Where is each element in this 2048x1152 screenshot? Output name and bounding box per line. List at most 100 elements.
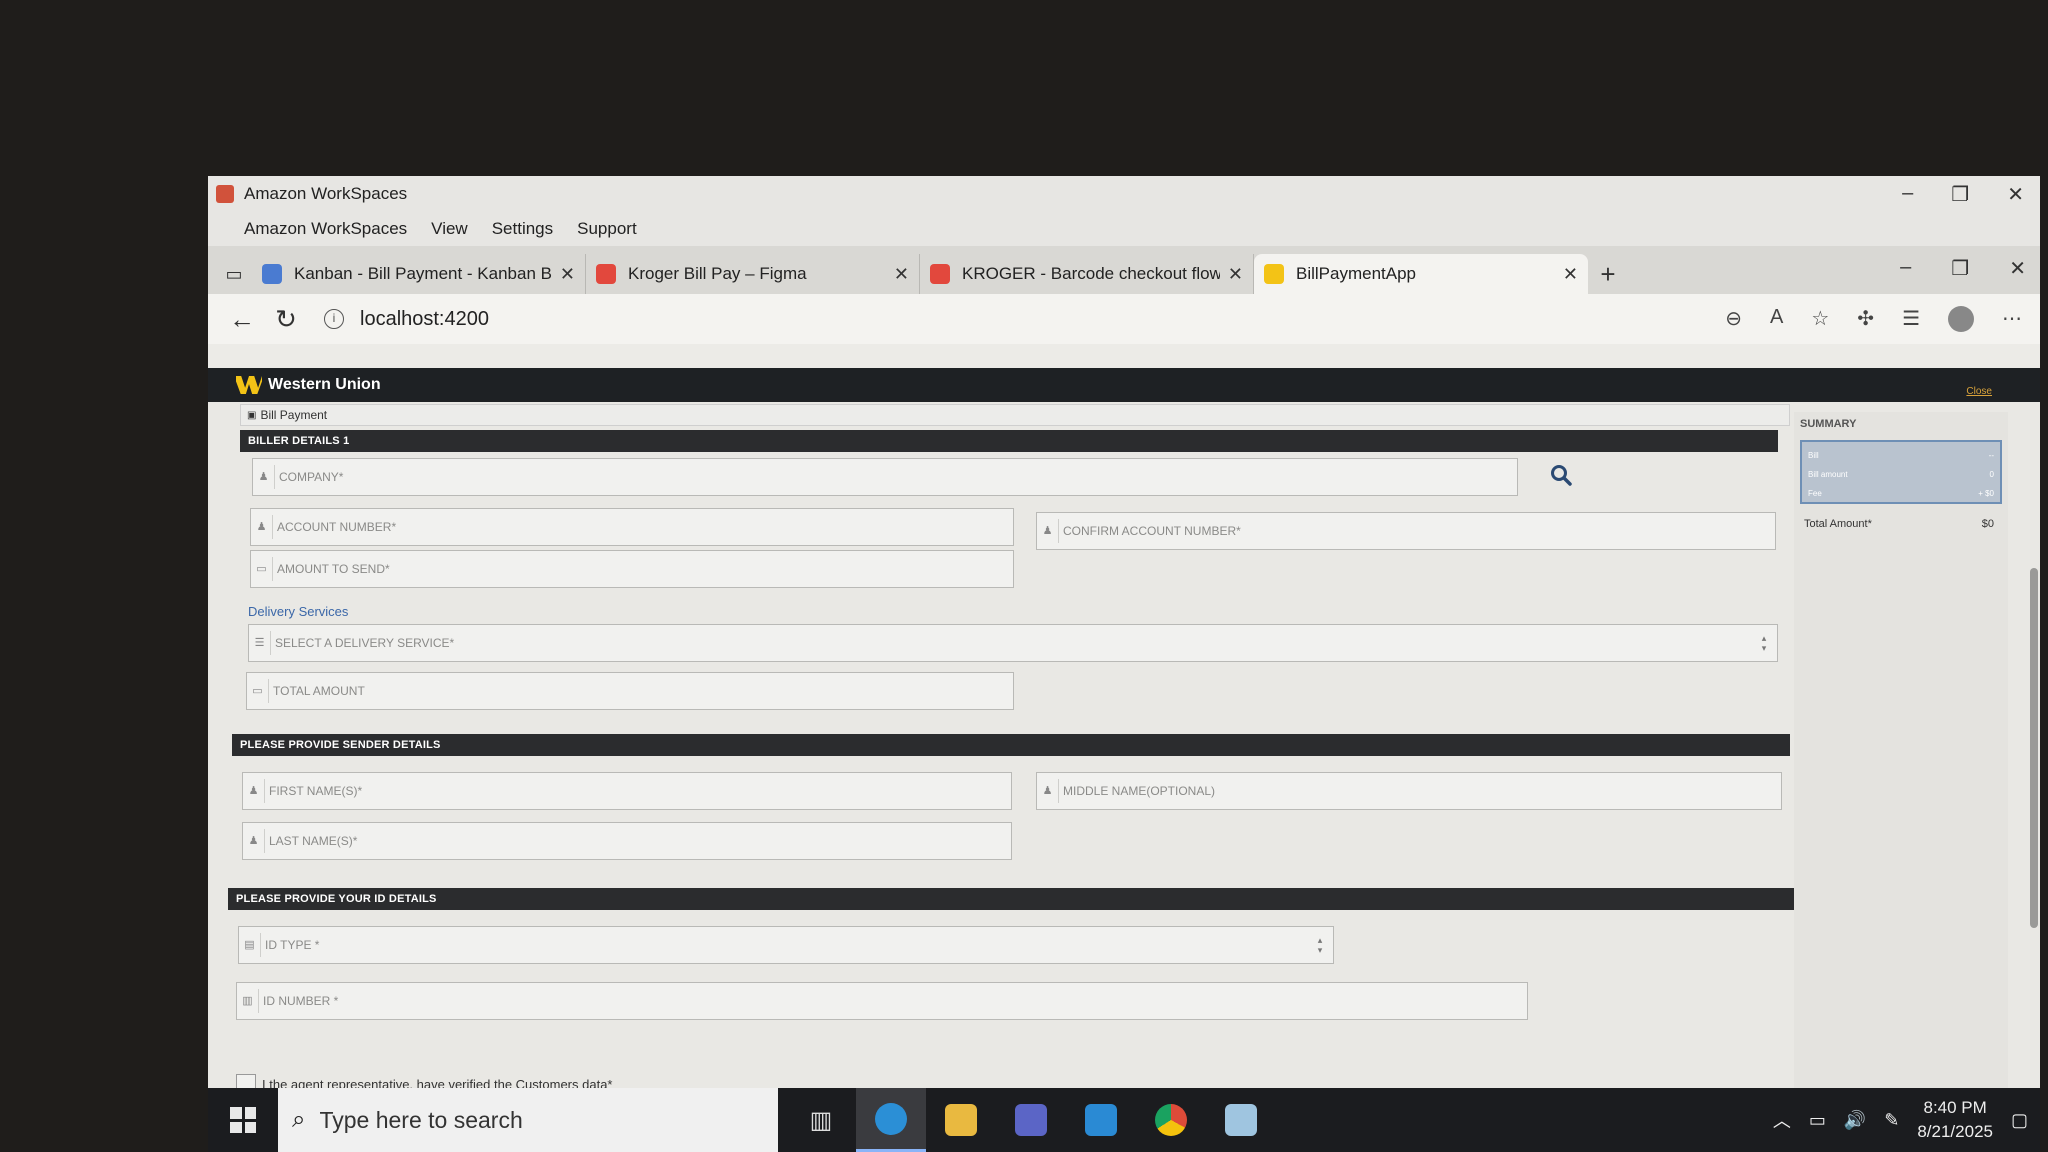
- volume-icon[interactable]: 🔊: [1844, 1110, 1866, 1131]
- back-arrow-icon[interactable]: ←: [220, 304, 264, 335]
- new-tab-button[interactable]: +: [1588, 254, 1628, 294]
- url-field[interactable]: i localhost:4200: [324, 308, 489, 331]
- money-icon: ▭: [251, 557, 273, 581]
- notifications-icon[interactable]: ▢: [2011, 1110, 2028, 1131]
- teams-app[interactable]: [996, 1088, 1066, 1152]
- id-number-field[interactable]: ▥ ID NUMBER *: [236, 982, 1528, 1020]
- taskbar-apps: ▥: [786, 1088, 1276, 1152]
- confirm-account-number-field[interactable]: ♟ CONFIRM ACCOUNT NUMBER*: [1036, 512, 1776, 550]
- menu-settings[interactable]: Settings: [492, 219, 553, 239]
- tab-kanban[interactable]: Kanban - Bill Payment - Kanban B ✕: [252, 254, 586, 294]
- task-view-button[interactable]: ▥: [786, 1088, 856, 1152]
- tab-title: KROGER - Barcode checkout flow: [962, 264, 1220, 283]
- close-link[interactable]: Close: [1966, 386, 1992, 397]
- notepad-icon: [1225, 1104, 1257, 1136]
- tab-title: BillPaymentApp: [1296, 264, 1417, 283]
- tab-close-icon[interactable]: ✕: [1563, 264, 1578, 285]
- tab-close-icon[interactable]: ✕: [1228, 264, 1243, 285]
- summary-box: Bill -- Bill amount 0 Fee + $0: [1800, 440, 2002, 504]
- read-aloud-icon[interactable]: A: [1770, 306, 1783, 332]
- total-value: $0: [1981, 518, 1994, 530]
- menu-support[interactable]: Support: [577, 219, 637, 239]
- amount-to-send-field[interactable]: ▭ AMOUNT TO SEND*: [250, 550, 1014, 588]
- kanban-favicon-icon: [262, 264, 282, 284]
- tab-figma-barcode[interactable]: KROGER - Barcode checkout flow ✕: [920, 254, 1254, 294]
- workspaces-title: Amazon WorkSpaces: [244, 184, 408, 203]
- start-button[interactable]: [208, 1088, 278, 1152]
- teams-icon: [1015, 1104, 1047, 1136]
- total-amount-field[interactable]: ▭ TOTAL AMOUNT: [246, 672, 1014, 710]
- total-amount-placeholder: TOTAL AMOUNT: [273, 684, 365, 698]
- refresh-icon[interactable]: ↻: [264, 304, 308, 335]
- minimize-icon[interactable]: –: [1902, 182, 1913, 207]
- file-explorer-app[interactable]: [926, 1088, 996, 1152]
- restore-icon[interactable]: ❐: [1951, 182, 1969, 207]
- total-label: Total Amount*: [1804, 518, 1872, 530]
- favorite-star-icon[interactable]: ☆: [1811, 306, 1829, 332]
- site-info-icon[interactable]: i: [324, 309, 344, 329]
- tab-close-icon[interactable]: ✕: [894, 264, 909, 285]
- restore-icon[interactable]: ❐: [1951, 256, 1969, 281]
- network-icon[interactable]: ▭: [1809, 1110, 1826, 1131]
- vscode-app[interactable]: [1066, 1088, 1136, 1152]
- tab-actions-icon[interactable]: ▭: [216, 254, 252, 294]
- breadcrumb-label: Bill Payment: [260, 408, 328, 422]
- tab-figma-bill-pay[interactable]: Kroger Bill Pay – Figma ✕: [586, 254, 920, 294]
- search-icon: ⌕: [292, 1106, 306, 1133]
- first-name-field[interactable]: ♟ FIRST NAME(S)*: [242, 772, 1012, 810]
- summary-row-label: Bill: [1808, 451, 1819, 460]
- extensions-icon[interactable]: ✣: [1857, 306, 1874, 332]
- workspaces-window: Amazon WorkSpaces – ❐ ✕ Amazon WorkSpace…: [208, 176, 2040, 1152]
- last-name-placeholder: LAST NAME(S)*: [269, 834, 358, 848]
- breadcrumb[interactable]: ▣ Bill Payment: [240, 404, 1790, 426]
- summary-row: Fee + $0: [1808, 484, 1994, 503]
- close-icon[interactable]: ✕: [2007, 182, 2024, 207]
- browser-toolbar: ⊖ A ☆ ✣ ☰ ⋯: [1725, 306, 2022, 332]
- last-name-field[interactable]: ♟ LAST NAME(S)*: [242, 822, 1012, 860]
- figma-favicon-icon: [930, 264, 950, 284]
- user-icon: ♟: [1037, 519, 1059, 543]
- user-icon: ♟: [243, 779, 265, 803]
- middle-name-field[interactable]: ♟ MIDDLE NAME(OPTIONAL): [1036, 772, 1782, 810]
- vscode-icon: [1085, 1104, 1117, 1136]
- bill-icon: ▣: [247, 409, 257, 421]
- id-details-header: PLEASE PROVIDE YOUR ID DETAILS: [228, 888, 1794, 910]
- menu-amazon-workspaces[interactable]: Amazon WorkSpaces: [244, 219, 407, 239]
- id-type-select[interactable]: ▤ ID TYPE * ▴ ▾: [238, 926, 1334, 964]
- profile-avatar[interactable]: [1948, 306, 1974, 332]
- user-icon: ♟: [1037, 779, 1059, 803]
- chrome-app[interactable]: [1136, 1088, 1206, 1152]
- clock[interactable]: 8:40 PM 8/21/2025: [1917, 1096, 1993, 1144]
- account-number-field[interactable]: ♟ ACCOUNT NUMBER*: [250, 508, 1014, 546]
- pen-icon[interactable]: ✎: [1884, 1110, 1899, 1131]
- verification-label: I the agent representative, have verifie…: [262, 1076, 613, 1089]
- search-icon[interactable]: [1550, 464, 1572, 486]
- delivery-service-select[interactable]: ☰ SELECT A DELIVERY SERVICE* ▴ ▾: [248, 624, 1778, 662]
- tab-title: Kanban - Bill Payment - Kanban B: [294, 264, 552, 283]
- close-icon[interactable]: ✕: [2009, 256, 2026, 281]
- notepad-app[interactable]: [1206, 1088, 1276, 1152]
- chevron-up-icon[interactable]: ︿: [1773, 1107, 1791, 1133]
- summary-row-label: Fee: [1808, 489, 1822, 498]
- company-field[interactable]: ♟ COMPANY*: [252, 458, 1518, 496]
- page-scrollbar[interactable]: [2030, 568, 2038, 928]
- select-arrows-icon: ▴ ▾: [1761, 633, 1767, 653]
- tab-billpaymentapp[interactable]: BillPaymentApp ✕: [1254, 254, 1588, 294]
- menu-view[interactable]: View: [431, 219, 468, 239]
- taskbar-search[interactable]: ⌕ Type here to search: [278, 1088, 778, 1152]
- verification-checkbox[interactable]: [236, 1074, 256, 1088]
- browser-window-controls: – ❐ ✕: [1900, 256, 2026, 281]
- summary-row: Bill --: [1808, 446, 1994, 465]
- minimize-icon[interactable]: –: [1900, 256, 1911, 281]
- more-options-icon[interactable]: ⋯: [2002, 306, 2022, 332]
- tab-close-icon[interactable]: ✕: [560, 264, 575, 285]
- verification-checkbox-row[interactable]: I the agent representative, have verifie…: [236, 1074, 612, 1088]
- zoom-out-icon[interactable]: ⊖: [1725, 306, 1742, 332]
- clock-date: 8/21/2025: [1917, 1122, 1993, 1141]
- delivery-service-placeholder: SELECT A DELIVERY SERVICE*: [275, 636, 455, 650]
- url-text: localhost:4200: [360, 307, 489, 330]
- favorites-list-icon[interactable]: ☰: [1902, 306, 1920, 332]
- edge-app[interactable]: [856, 1088, 926, 1152]
- western-union-favicon-icon: [1264, 264, 1284, 284]
- user-icon: ♟: [253, 465, 275, 489]
